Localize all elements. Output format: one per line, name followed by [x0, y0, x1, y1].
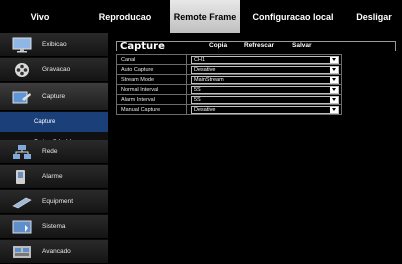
table-row: Stream Mode MainStream: [116, 74, 342, 85]
sidebar-item-gravacao[interactable]: Gravacao: [0, 58, 108, 82]
normal-interval-select[interactable]: 5S: [191, 85, 339, 94]
sidebar-item-exibicao[interactable]: Exibicao: [0, 33, 108, 57]
stream-mode-select[interactable]: MainStream: [191, 75, 339, 84]
tab-remote-frame[interactable]: Remote Frame: [170, 0, 240, 33]
tab-reproducao[interactable]: Reproducao: [80, 0, 170, 33]
table-row: Canal CH1: [116, 54, 342, 65]
sidebar-item-rede[interactable]: Rede: [0, 140, 108, 164]
chevron-down-icon[interactable]: [330, 66, 338, 73]
manual-capture-select[interactable]: Desative: [191, 105, 339, 114]
table-row: Alarm Interval 5S: [116, 94, 342, 105]
field-value-cell: MainStream: [186, 74, 342, 85]
capture-settings-table: Canal CH1 Auto Capture Desative Stream M…: [116, 54, 342, 115]
field-value-cell: Desative: [186, 64, 342, 75]
field-label: Normal Interval: [116, 84, 187, 95]
capture-icon: [12, 91, 31, 103]
table-row: Normal Interval 5S: [116, 84, 342, 95]
canal-select[interactable]: CH1: [191, 55, 339, 64]
page-title: Capture: [120, 41, 165, 52]
sidebar-item-label: Equipment: [42, 198, 74, 205]
sidebar-item-avancado[interactable]: Avancado: [0, 240, 108, 264]
select-value: MainStream: [194, 76, 224, 83]
sidebar-item-sistema[interactable]: Sistema: [0, 215, 108, 239]
sidebar-item-label: Exibicao: [42, 41, 67, 48]
sidebar-item-label: Sistema: [42, 223, 66, 230]
field-value-cell: 5S: [186, 94, 342, 105]
equipment-icon: [12, 197, 32, 208]
field-label: Auto Capture: [116, 64, 187, 75]
tab-vivo[interactable]: Vivo: [0, 0, 80, 33]
table-row: Auto Capture Desative: [116, 64, 342, 75]
table-row: Manual Capture Desative: [116, 104, 342, 115]
save-button[interactable]: Salvar: [292, 42, 312, 49]
select-value: 5S: [194, 86, 201, 93]
sidebar-item-label: Rede: [42, 148, 58, 155]
select-value: Desative: [194, 106, 216, 113]
select-value: CH1: [194, 56, 206, 63]
sidebar-item-label: Avancado: [42, 248, 71, 255]
field-label: Alarm Interval: [116, 94, 187, 105]
field-value-cell: 5S: [186, 84, 342, 95]
chevron-down-icon[interactable]: [330, 76, 338, 83]
film-reel-icon: [15, 62, 29, 77]
sidebar-item-label: Capture: [42, 93, 66, 100]
system-icon: [12, 220, 32, 233]
top-nav: Vivo Reproducao Remote Frame Configuraca…: [0, 0, 402, 33]
chevron-down-icon[interactable]: [330, 56, 338, 63]
auto-capture-select[interactable]: Desative: [191, 65, 339, 74]
chevron-down-icon[interactable]: [330, 106, 338, 113]
main-panel: Capture Copia Refrescar Salvar Canal CH1…: [108, 33, 402, 264]
sidebar: Exibicao Gravacao Capture Capture Captur…: [0, 33, 108, 264]
tab-desligar[interactable]: Desligar: [346, 0, 402, 33]
copy-button[interactable]: Copia: [209, 42, 227, 49]
monitor-icon: [12, 37, 32, 52]
select-value: 5S: [194, 96, 201, 103]
sidebar-item-capture[interactable]: Capture: [0, 83, 108, 111]
advanced-icon: [13, 245, 31, 258]
chevron-down-icon[interactable]: [330, 86, 338, 93]
sidebar-item-label: Gravacao: [42, 66, 71, 73]
alarm-interval-select[interactable]: 5S: [191, 95, 339, 104]
sidebar-item-equipment[interactable]: Equipment: [0, 190, 108, 214]
sidebar-item-alarme[interactable]: Alarme: [0, 165, 108, 189]
refresh-button[interactable]: Refrescar: [244, 42, 274, 49]
sidebar-item-label: Alarme: [42, 173, 63, 180]
network-icon: [13, 144, 31, 159]
field-value-cell: CH1: [186, 54, 342, 65]
field-label: Manual Capture: [116, 104, 187, 115]
chevron-down-icon[interactable]: [330, 96, 338, 103]
field-value-cell: Desative: [186, 104, 342, 115]
sidebar-subitem-capture[interactable]: Capture: [0, 112, 108, 132]
panel-header: Capture Copia Refrescar Salvar: [116, 41, 396, 52]
select-value: Desative: [194, 66, 216, 73]
alarm-icon: [16, 169, 25, 184]
tab-configuracao-local[interactable]: Configuracao local: [240, 0, 346, 33]
field-label: Canal: [116, 54, 187, 65]
field-label: Stream Mode: [116, 74, 187, 85]
